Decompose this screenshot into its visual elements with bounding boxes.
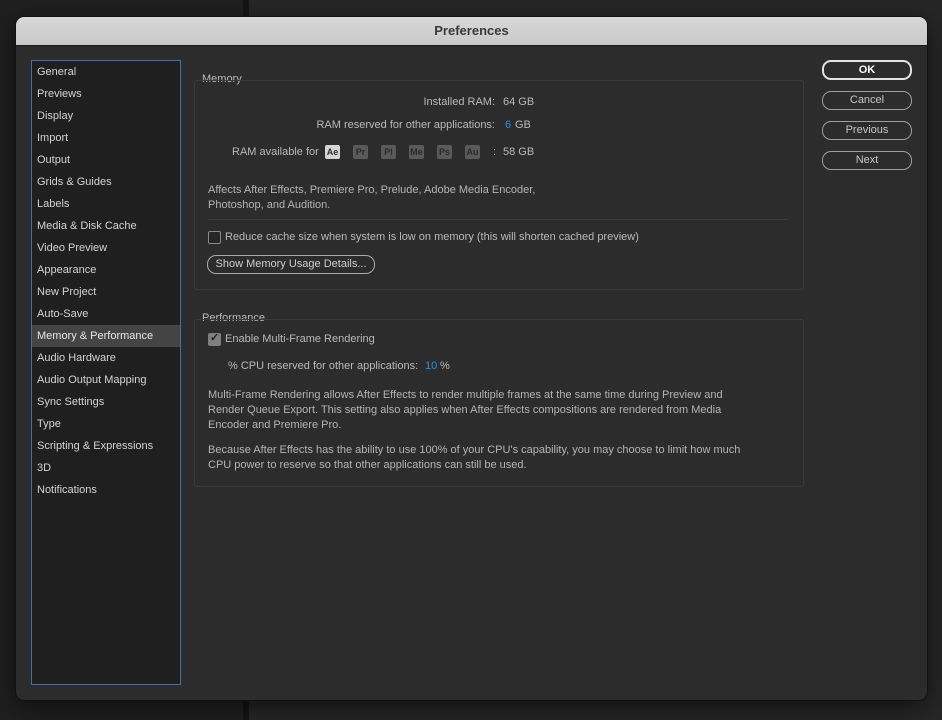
reduce-cache-checkbox[interactable] — [208, 231, 221, 244]
multi-frame-rendering-checkbox[interactable]: ✓ — [208, 332, 221, 346]
ram-reserved-value[interactable]: 6 — [505, 119, 511, 131]
sidebar-item-media-disk-cache[interactable]: Media & Disk Cache — [32, 215, 180, 237]
mfr-description-line3: Encoder and Premiere Pro. — [208, 419, 342, 431]
photoshop-icon: Ps — [437, 145, 452, 159]
mfr-description: Multi-Frame Rendering allows After Effec… — [208, 388, 723, 433]
prelude-icon: Pl — [381, 145, 396, 159]
sidebar-item-new-project[interactable]: New Project — [32, 281, 180, 303]
reduce-cache-label[interactable]: Reduce cache size when system is low on … — [225, 231, 639, 243]
sidebar-item-general[interactable]: General — [32, 61, 180, 83]
sidebar-item-import[interactable]: Import — [32, 127, 180, 149]
show-memory-usage-details-button[interactable]: Show Memory Usage Details... — [207, 255, 375, 274]
cpu-reserved-value[interactable]: 10 — [425, 360, 437, 372]
sidebar-item-notifications[interactable]: Notifications — [32, 479, 180, 501]
preferences-dialog: Preferences General Previews Display Imp… — [16, 17, 927, 700]
cpu-description-line1: Because After Effects has the ability to… — [208, 444, 741, 456]
memory-description-line1: Affects After Effects, Premiere Pro, Pre… — [208, 184, 536, 196]
sidebar-item-previews[interactable]: Previews — [32, 83, 180, 105]
after-effects-icon: Ae — [325, 145, 340, 159]
ok-button[interactable]: OK — [822, 60, 912, 80]
multi-frame-rendering-label[interactable]: Enable Multi-Frame Rendering — [225, 333, 375, 345]
memory-description: Affects After Effects, Premiere Pro, Pre… — [208, 183, 535, 213]
sidebar-item-grids-guides[interactable]: Grids & Guides — [32, 171, 180, 193]
ram-reserved-label: RAM reserved for other applications: — [316, 119, 495, 131]
next-button[interactable]: Next — [822, 151, 912, 170]
sidebar-item-video-preview[interactable]: Video Preview — [32, 237, 180, 259]
mfr-description-line1: Multi-Frame Rendering allows After Effec… — [208, 389, 723, 401]
sidebar-item-appearance[interactable]: Appearance — [32, 259, 180, 281]
cpu-reserved-unit: % — [440, 360, 450, 372]
dialog-title: Preferences — [434, 23, 509, 38]
installed-ram-label: Installed RAM: — [423, 96, 495, 108]
sidebar-item-audio-hardware[interactable]: Audio Hardware — [32, 347, 180, 369]
cpu-reserved-label: % CPU reserved for other applications: — [228, 360, 419, 372]
sidebar-item-display[interactable]: Display — [32, 105, 180, 127]
ram-available-colon: : — [493, 146, 497, 158]
memory-divider — [208, 219, 788, 220]
sidebar-item-memory-performance[interactable]: Memory & Performance — [32, 325, 180, 347]
sidebar-item-3d[interactable]: 3D — [32, 457, 180, 479]
app-badges: Ae Pr Pl Me Ps Au — [325, 145, 485, 159]
sidebar-item-audio-output-mapping[interactable]: Audio Output Mapping — [32, 369, 180, 391]
previous-button[interactable]: Previous — [822, 121, 912, 140]
ram-available-value: 58 GB — [503, 146, 535, 158]
ram-reserved-unit: GB — [515, 119, 531, 131]
sidebar-item-auto-save[interactable]: Auto-Save — [32, 303, 180, 325]
sidebar-item-scripting-expressions[interactable]: Scripting & Expressions — [32, 435, 180, 457]
cpu-description: Because After Effects has the ability to… — [208, 443, 740, 473]
media-encoder-icon: Me — [409, 145, 424, 159]
sidebar-item-labels[interactable]: Labels — [32, 193, 180, 215]
sidebar-item-type[interactable]: Type — [32, 413, 180, 435]
mfr-description-line2: Render Queue Export. This setting also a… — [208, 404, 722, 416]
cancel-button[interactable]: Cancel — [822, 91, 912, 110]
cpu-description-line2: CPU power to reserve so that other appli… — [208, 459, 527, 471]
checkmark-icon: ✓ — [210, 332, 220, 344]
ram-available-label: RAM available for — [232, 146, 319, 158]
installed-ram-value: 64 GB — [503, 96, 535, 108]
sidebar-item-sync-settings[interactable]: Sync Settings — [32, 391, 180, 413]
title-bar[interactable]: Preferences — [16, 17, 927, 46]
sidebar-item-output[interactable]: Output — [32, 149, 180, 171]
audition-icon: Au — [465, 145, 480, 159]
premiere-pro-icon: Pr — [353, 145, 368, 159]
memory-description-line2: Photoshop, and Audition. — [208, 199, 331, 211]
category-list: General Previews Display Import Output G… — [31, 60, 181, 685]
